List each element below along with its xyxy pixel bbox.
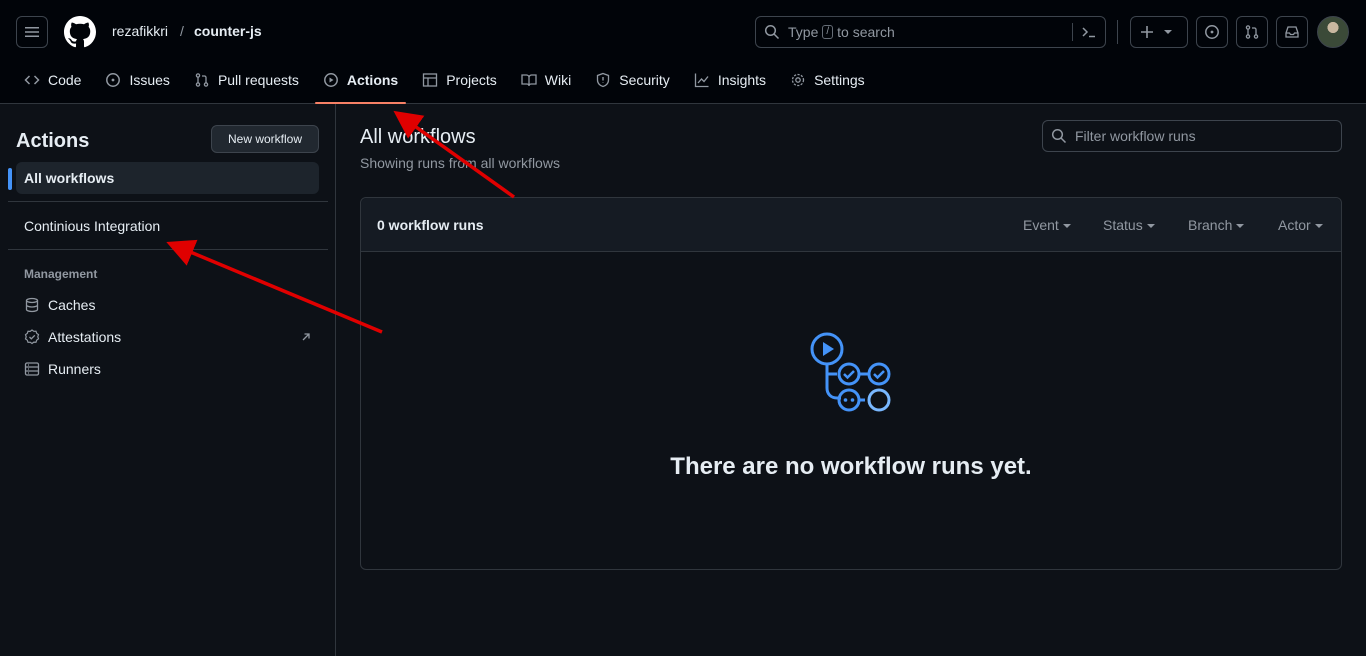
filter-workflow-runs-input[interactable]: Filter workflow runs [1042, 120, 1342, 152]
verified-icon [24, 329, 40, 345]
search-input[interactable]: Type / to search [755, 16, 1106, 48]
gear-icon [791, 73, 805, 87]
pull-request-icon [195, 73, 209, 87]
workflow-runs-box: 0 workflow runs Event Status Branch Acto… [360, 197, 1342, 570]
tab-label: Actions [346, 72, 399, 88]
issue-icon [1205, 25, 1219, 39]
tab-label: Issues [129, 72, 170, 88]
menu-button[interactable] [16, 16, 48, 48]
page-title: All workflows [360, 126, 476, 148]
sidebar-divider [8, 249, 328, 250]
tab-projects[interactable]: Projects [414, 64, 505, 96]
tab-label: Security [619, 72, 670, 88]
header-divider [1117, 20, 1118, 44]
shield-icon [597, 72, 610, 88]
tab-label: Wiki [544, 72, 572, 88]
repo-link[interactable]: counter-js [194, 23, 262, 39]
code-icon [24, 75, 40, 85]
search-shortcut-key: / [822, 25, 834, 39]
search-divider [1072, 23, 1073, 41]
create-new-button[interactable] [1130, 16, 1188, 48]
sidebar-item-attestations[interactable]: Attestations [24, 329, 312, 345]
avatar[interactable] [1317, 16, 1349, 48]
status-filter-dropdown[interactable]: Status [1103, 217, 1155, 233]
tab-pull-requests[interactable]: Pull requests [186, 64, 307, 96]
graph-icon [694, 73, 709, 88]
command-palette-icon[interactable] [1081, 24, 1097, 40]
tab-issues[interactable]: Issues [97, 64, 177, 96]
sidebar-item-workflow[interactable]: Continious Integration [24, 218, 160, 234]
search-suffix: to search [837, 24, 895, 40]
empty-state-message: There are no workflow runs yet. [670, 453, 1032, 480]
sidebar-item-label: Runners [48, 361, 101, 377]
tab-insights[interactable]: Insights [686, 64, 774, 96]
repo-tabs: Code Issues Pull requests Actions Projec… [16, 64, 881, 104]
external-link-arrow-icon [302, 333, 310, 341]
issue-icon [106, 73, 121, 87]
app-header: rezafikkri / counter-js Type / to search… [0, 0, 1366, 104]
table-icon [423, 73, 438, 87]
management-heading: Management [24, 267, 98, 281]
tab-label: Settings [814, 72, 865, 88]
workflow-runs-header: 0 workflow runs Event Status Branch Acto… [361, 198, 1341, 252]
tab-settings[interactable]: Settings [782, 64, 873, 96]
inbox-icon [1285, 26, 1299, 38]
sidebar-item-caches[interactable]: Caches [24, 297, 95, 313]
owner-link[interactable]: rezafikkri [112, 23, 168, 39]
branch-filter-dropdown[interactable]: Branch [1188, 217, 1244, 233]
tab-label: Code [48, 72, 82, 88]
workflow-illustration-icon [810, 332, 891, 412]
tab-label: Projects [446, 72, 497, 88]
sidebar-item-label: Caches [48, 297, 96, 313]
chevron-down-icon [1164, 30, 1172, 34]
sidebar-item-all-workflows[interactable]: All workflows [8, 162, 319, 194]
new-workflow-button[interactable]: New workflow [211, 125, 319, 153]
page-subtitle: Showing runs from all workflows [360, 155, 560, 171]
actions-sidebar: Actions New workflow All workflows Conti… [0, 104, 336, 656]
book-icon [521, 74, 537, 87]
actor-filter-dropdown[interactable]: Actor [1278, 217, 1323, 233]
tab-wiki[interactable]: Wiki [513, 64, 579, 96]
hamburger-icon [25, 27, 39, 37]
search-icon [764, 24, 780, 40]
tab-code[interactable]: Code [16, 64, 89, 96]
inbox-button[interactable] [1276, 16, 1308, 48]
sidebar-title: Actions [16, 130, 90, 152]
sidebar-divider [8, 201, 328, 202]
pull-requests-button[interactable] [1236, 16, 1268, 48]
search-prefix: Type [788, 24, 819, 40]
tab-label: Insights [717, 72, 767, 88]
plus-icon [1141, 26, 1153, 38]
play-icon [323, 73, 338, 87]
pull-request-icon [1245, 25, 1259, 39]
search-icon [1051, 128, 1067, 144]
tab-actions[interactable]: Actions [314, 64, 407, 104]
filter-placeholder: Filter workflow runs [1075, 128, 1196, 144]
sidebar-item-label: Attestations [48, 329, 122, 345]
issues-button[interactable] [1196, 16, 1228, 48]
workflow-runs-count: 0 workflow runs [377, 217, 484, 233]
sidebar-item-runners[interactable]: Runners [24, 361, 101, 377]
tab-label: Pull requests [217, 72, 299, 88]
server-icon [24, 362, 40, 376]
tab-security[interactable]: Security [587, 64, 678, 96]
github-logo-icon[interactable] [64, 16, 96, 48]
database-icon [25, 297, 39, 313]
breadcrumb-separator: / [180, 23, 184, 39]
event-filter-dropdown[interactable]: Event [1023, 217, 1071, 233]
